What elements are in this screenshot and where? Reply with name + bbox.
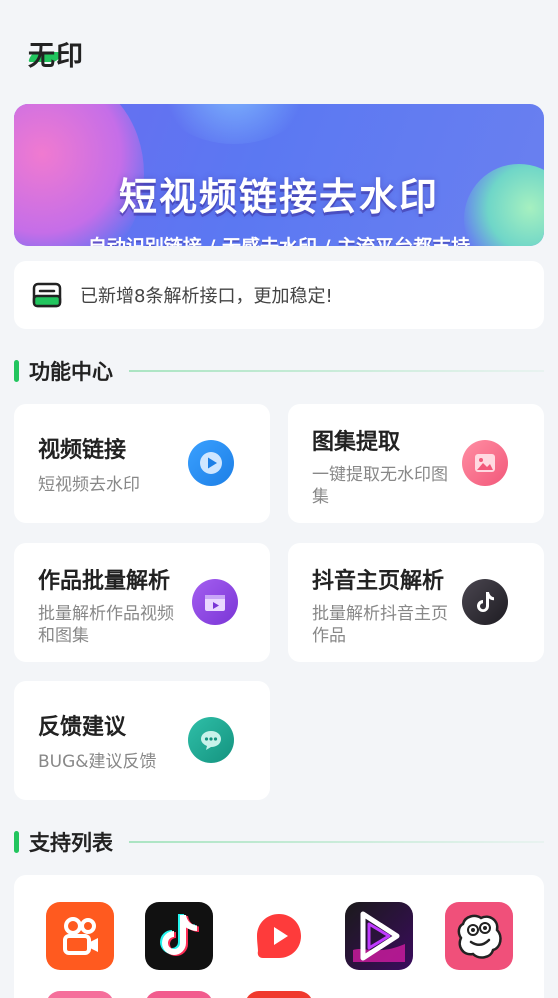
app-icon-partial[interactable] xyxy=(145,991,213,998)
card-title: 作品批量解析 xyxy=(38,569,171,594)
banner-subtitle: 自动识别链接 / 无感去水印 / 主流平台都支持 xyxy=(14,232,544,246)
app-icon-partial[interactable] xyxy=(46,991,114,998)
section-divider xyxy=(129,841,544,843)
chat-bubble-icon xyxy=(188,717,234,763)
promo-banner[interactable]: 短视频链接去水印 自动识别链接 / 无感去水印 / 主流平台都支持 xyxy=(14,104,544,246)
xigua-app-icon[interactable] xyxy=(245,902,313,970)
tiktok-icon xyxy=(462,579,508,625)
card-desc: 短视频去水印 xyxy=(38,475,140,495)
card-desc: 一键提取无水印图集 xyxy=(312,465,448,507)
banner-title: 短视频链接去水印 xyxy=(118,175,439,219)
app-logo: 无印 xyxy=(28,41,84,72)
notice-bar[interactable]: 已新增8条解析接口，更加稳定! xyxy=(14,261,544,329)
section-support-header: 支持列表 xyxy=(14,829,544,855)
image-icon xyxy=(462,440,508,486)
banner-decoration xyxy=(154,104,314,144)
pipixia-app-icon[interactable] xyxy=(345,902,413,970)
feature-card-douyin-profile[interactable]: 抖音主页解析 批量解析抖音主页作品 xyxy=(288,543,544,662)
notice-text: 已新增8条解析接口，更加稳定! xyxy=(80,286,333,307)
section-marker xyxy=(14,831,19,853)
kuaishou-app-icon[interactable] xyxy=(46,902,114,970)
card-desc: 批量解析作品视频和图集 xyxy=(38,604,174,646)
card-desc: BUG&建议反馈 xyxy=(38,752,157,772)
support-list xyxy=(14,875,544,998)
card-title: 反馈建议 xyxy=(38,715,127,740)
feature-card-batch-parse[interactable]: 作品批量解析 批量解析作品视频和图集 xyxy=(14,543,270,662)
card-title: 视频链接 xyxy=(38,438,127,463)
card-desc: 批量解析抖音主页作品 xyxy=(312,604,448,646)
inbox-tray-icon xyxy=(32,282,62,308)
section-features-header: 功能中心 xyxy=(14,358,544,384)
section-title: 支持列表 xyxy=(29,831,113,855)
feature-card-video-link[interactable]: 视频链接 短视频去水印 xyxy=(14,404,270,523)
section-title: 功能中心 xyxy=(29,360,113,384)
film-clip-icon xyxy=(192,579,238,625)
section-divider xyxy=(129,370,544,372)
card-title: 抖音主页解析 xyxy=(312,569,445,594)
app-icon-partial[interactable] xyxy=(245,991,313,998)
card-title: 图集提取 xyxy=(312,430,401,455)
feature-card-feedback[interactable]: 反馈建议 BUG&建议反馈 xyxy=(14,681,270,800)
section-marker xyxy=(14,360,19,382)
video-play-icon xyxy=(188,440,234,486)
douyin-app-icon[interactable] xyxy=(145,902,213,970)
feature-card-image-extract[interactable]: 图集提取 一键提取无水印图集 xyxy=(288,404,544,523)
zuiyou-app-icon[interactable] xyxy=(445,902,513,970)
